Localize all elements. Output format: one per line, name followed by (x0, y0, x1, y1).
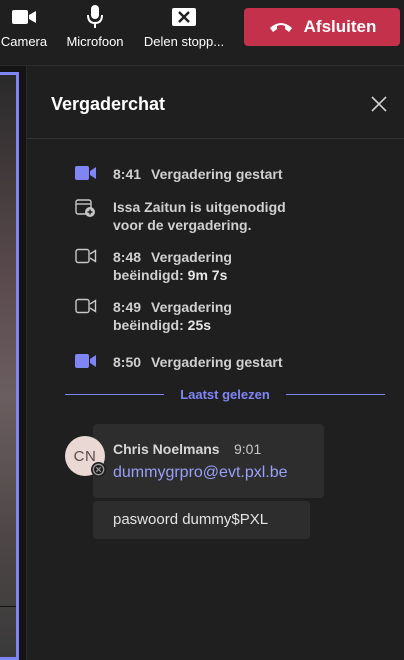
message-sender: Chris Noelmans (113, 441, 220, 457)
close-chat-button[interactable] (367, 92, 391, 116)
event-text: Vergadering (151, 299, 232, 315)
event-time: 8:49 (113, 299, 142, 315)
microphone-label: Microfoon (66, 34, 124, 49)
event-time: 8:48 (113, 249, 142, 265)
event-ended-label: beëindigd: (113, 267, 184, 283)
message-text: paswoord dummy$PXL (113, 511, 269, 528)
meeting-ended-icon (75, 298, 113, 334)
message-time: 9:01 (234, 441, 262, 457)
stop-sharing-button[interactable]: Delen stopp... (140, 4, 228, 49)
hang-up-icon (269, 23, 292, 32)
chat-title: Vergaderchat (51, 94, 166, 114)
meeting-event: 8:50 Vergadering gestart (75, 353, 395, 371)
video-divider (0, 606, 16, 607)
event-duration: 25s (187, 317, 212, 333)
chat-header: Vergaderchat (27, 66, 404, 139)
meeting-event: 8:41 Vergadering gestart (75, 165, 395, 183)
active-speaker-video[interactable] (0, 72, 19, 660)
last-read-divider: Laatst gelezen (65, 384, 385, 404)
microphone-button[interactable]: Microfoon (62, 4, 128, 49)
close-icon (371, 96, 387, 112)
event-time: 8:41 (113, 166, 142, 182)
stop-sharing-label: Delen stopp... (143, 34, 225, 49)
meeting-event: 8:48 Vergadering beëindigd: 9m 7s (75, 248, 395, 284)
event-text: Vergadering gestart (151, 166, 283, 182)
event-time: 8:50 (113, 354, 142, 370)
chat-message[interactable]: Chris Noelmans 9:01 dummygrpro@evt.pxl.b… (93, 424, 324, 498)
meeting-event: 8:49 Vergadering beëindigd: 25s (75, 298, 395, 334)
event-text: Vergadering (151, 249, 232, 265)
event-ended-label: beëindigd: (113, 317, 184, 333)
camera-button[interactable]: Camera (0, 4, 48, 49)
video-strip (0, 66, 26, 660)
event-line-2: voor de vergadering. (113, 217, 252, 233)
leave-label: Afsluiten (303, 17, 377, 36)
meeting-ended-icon (75, 248, 113, 284)
event-duration: 9m 7s (187, 267, 228, 283)
meeting-video-icon (75, 165, 113, 183)
meeting-video-icon (75, 353, 113, 371)
event-text: Vergadering gestart (151, 354, 283, 370)
stop-sharing-icon (171, 4, 197, 30)
presence-offline-icon (91, 462, 106, 477)
meeting-chat-panel: Vergaderchat 8:41 Vergadering gestart Iss… (26, 66, 404, 660)
avatar-initials: CN (73, 447, 97, 465)
meeting-event: Issa Zaitun is uitgenodigd voor de verga… (75, 198, 395, 234)
leave-button[interactable]: Afsluiten (244, 8, 400, 46)
event-line-1: Issa Zaitun is uitgenodigd (113, 199, 286, 215)
chat-message[interactable]: paswoord dummy$PXL (93, 501, 310, 539)
last-read-label: Laatst gelezen (180, 386, 270, 402)
camera-icon (11, 4, 37, 30)
meeting-toolbar: Camera Microfoon Delen stopp... Afsluite… (0, 0, 404, 66)
message-email-link[interactable]: dummygrpro@evt.pxl.be (113, 464, 288, 482)
camera-label: Camera (0, 34, 48, 49)
invite-icon (75, 198, 113, 234)
microphone-icon (85, 4, 105, 30)
